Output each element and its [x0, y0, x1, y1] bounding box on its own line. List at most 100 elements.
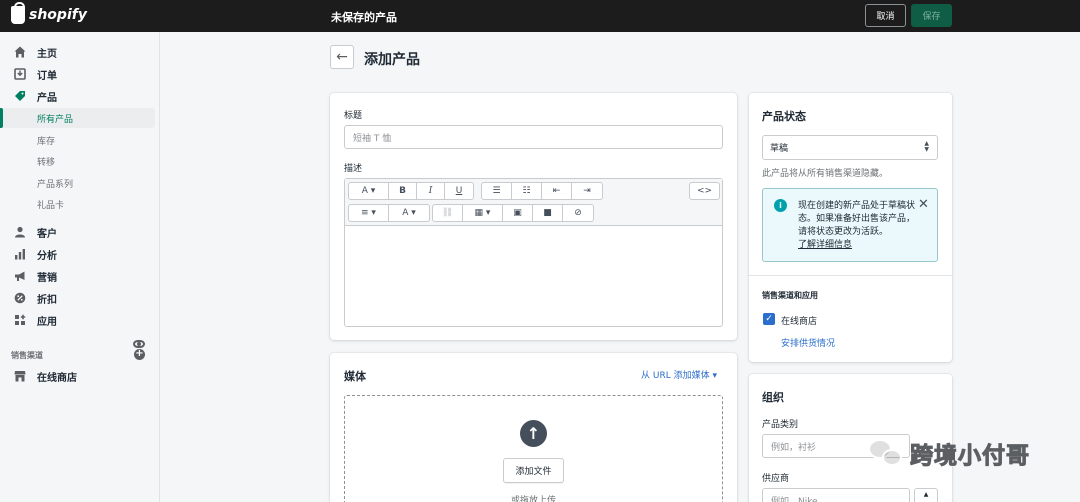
indent-icon[interactable]: ⇥	[572, 183, 602, 199]
home-icon	[13, 46, 26, 59]
wechat-logo	[868, 437, 906, 469]
sidebar-item-label: 营销	[37, 272, 57, 284]
save-button[interactable]: 保存	[911, 4, 952, 27]
sidebar-item-label: 在线商店	[37, 372, 77, 384]
table-icon[interactable]: ▦ ▾	[463, 205, 503, 221]
sidebar-item-label: 产品	[37, 92, 57, 104]
sidebar-item-discounts[interactable]: 折扣	[0, 288, 160, 308]
divider	[749, 275, 952, 276]
drop-hint: 或拖放上传	[510, 496, 556, 502]
tag-icon	[13, 90, 26, 103]
subitem-label: 转移	[37, 157, 56, 168]
sidebar-item-label: 客户	[37, 228, 57, 240]
subitem-label: 礼品卡	[37, 200, 65, 211]
subitem-label: 所有产品	[37, 114, 74, 125]
info-message: 现在创建的新产品处于草稿状态。如果准备好出售该产品，请将状态更改为活跃。	[798, 201, 916, 237]
sidebar-item-label: 主页	[37, 48, 57, 60]
bar-chart-icon	[13, 248, 26, 261]
title-label: 标题	[344, 111, 363, 121]
shopify-bag-icon	[11, 2, 25, 24]
editor-toolbar: A ▾ B I U ☰ ☷ ⇤ ⇥ <> ≡ ▾ A ▾ ⛓ ▦ ▾ ▣ ■ ⊘	[345, 179, 722, 226]
select-arrows-icon: ▲ ▼	[924, 140, 929, 153]
align-icon[interactable]: ≡ ▾	[349, 205, 389, 221]
status-hint: 此产品将从所有销售渠道隐藏。	[762, 169, 889, 179]
underline-icon[interactable]: U	[445, 183, 473, 199]
back-button[interactable]: ←	[330, 45, 354, 69]
shopify-logo[interactable]: shopify	[11, 2, 87, 24]
online-store-label: 在线商店	[781, 317, 818, 327]
text-color-icon[interactable]: A ▾	[389, 205, 429, 221]
sidebar-subitem-inventory[interactable]: 库存	[0, 130, 155, 150]
title-input[interactable]: 短袖 T 恤	[344, 125, 723, 149]
close-icon[interactable]: ✕	[918, 197, 929, 212]
sidebar-item-label: 分析	[37, 250, 57, 262]
vendor-input[interactable]: 例如，Nike	[762, 488, 910, 502]
media-dropzone[interactable]: ↑ 添加文件 或拖放上传	[344, 395, 723, 502]
sidebar-item-label: 应用	[37, 316, 57, 328]
add-media-label: 从 URL 添加媒体	[641, 371, 710, 381]
sidebar-item-analytics[interactable]: 分析	[0, 244, 160, 264]
toolbar-group-lists: ☰ ☷ ⇤ ⇥	[481, 182, 603, 200]
toolbar-group-insert: ⛓ ▦ ▾ ▣ ■ ⊘	[432, 204, 594, 222]
store-icon	[13, 370, 26, 383]
brand-name: shopify	[29, 7, 87, 23]
sidebar-item-label: 折扣	[37, 294, 57, 306]
sidebar-item-home[interactable]: 主页	[0, 42, 160, 62]
sidebar-item-orders[interactable]: 订单	[0, 64, 160, 84]
page-title: 添加产品	[364, 52, 420, 68]
add-media-from-url-link[interactable]: 从 URL 添加媒体 ▾	[641, 368, 717, 381]
toolbar-group-align: ≡ ▾ A ▾	[348, 204, 430, 222]
orders-icon	[13, 68, 26, 81]
link-icon[interactable]: ⛓	[433, 205, 463, 221]
image-icon[interactable]: ▣	[503, 205, 533, 221]
discount-icon	[13, 292, 26, 305]
sidebar-item-apps[interactable]: 应用	[0, 310, 160, 330]
sidebar-item-products[interactable]: 产品	[0, 86, 160, 106]
status-select[interactable]: 草稿 ▲ ▼	[762, 135, 938, 160]
description-label: 描述	[344, 164, 363, 174]
add-channel-icon[interactable]: +	[134, 349, 145, 360]
vendor-dropdown-toggle[interactable]: ▲	[914, 488, 938, 502]
sidebar-item-marketing[interactable]: 营销	[0, 266, 160, 286]
eye-icon[interactable]	[133, 340, 145, 348]
video-icon[interactable]: ■	[533, 205, 563, 221]
sidebar-subitem-all-products[interactable]: 所有产品	[0, 108, 155, 128]
add-file-button[interactable]: 添加文件	[503, 458, 564, 483]
outdent-icon[interactable]: ⇤	[542, 183, 572, 199]
arrow-left-icon: ←	[336, 49, 348, 65]
toolbar-group-format: A ▾ B I U	[348, 182, 474, 200]
product-type-label: 产品类别	[762, 420, 799, 430]
clear-format-icon[interactable]: ⊘	[563, 205, 593, 221]
sidebar-item-online-store[interactable]: 在线商店	[0, 366, 160, 386]
sidebar-subitem-gift-cards[interactable]: 礼品卡	[0, 194, 155, 214]
online-store-checkbox[interactable]: ✓	[763, 313, 775, 325]
code-icon[interactable]: <>	[690, 183, 719, 199]
apps-icon	[13, 314, 26, 327]
sidebar-item-customers[interactable]: 客户	[0, 222, 160, 242]
status-select-value: 草稿	[770, 144, 789, 154]
unsaved-title: 未保存的产品	[331, 11, 397, 24]
status-title: 产品状态	[762, 110, 806, 123]
info-text: 现在创建的新产品处于草稿状态。如果准备好出售该产品，请将状态更改为活跃。 了解详…	[798, 200, 916, 252]
sidebar-subitem-collections[interactable]: 产品系列	[0, 173, 155, 193]
sidebar-subitem-transfers[interactable]: 转移	[0, 151, 155, 171]
info-icon: i	[774, 199, 787, 212]
font-style-icon[interactable]: A ▾	[349, 183, 389, 199]
description-editor[interactable]: A ▾ B I U ☰ ☷ ⇤ ⇥ <> ≡ ▾ A ▾ ⛓ ▦ ▾ ▣ ■ ⊘	[344, 178, 723, 327]
bold-icon[interactable]: B	[389, 183, 417, 199]
media-title: 媒体	[344, 370, 366, 383]
subitem-label: 产品系列	[37, 179, 74, 190]
person-icon	[13, 226, 26, 239]
organization-title: 组织	[762, 391, 784, 404]
bullet-list-icon[interactable]: ☰	[482, 183, 512, 199]
cancel-button[interactable]: 取消	[865, 4, 906, 27]
top-bar: shopify 未保存的产品 取消 保存	[0, 0, 1080, 32]
numbered-list-icon[interactable]: ☷	[512, 183, 542, 199]
upload-arrow-icon: ↑	[520, 420, 547, 447]
learn-more-link[interactable]: 了解详细信息	[798, 240, 852, 250]
sidebar-item-label: 订单	[37, 70, 57, 82]
vendor-label: 供应商	[762, 474, 790, 484]
schedule-availability-link[interactable]: 安排供货情况	[781, 336, 835, 349]
italic-icon[interactable]: I	[417, 183, 445, 199]
channels-title: 销售渠道和应用	[762, 291, 818, 300]
